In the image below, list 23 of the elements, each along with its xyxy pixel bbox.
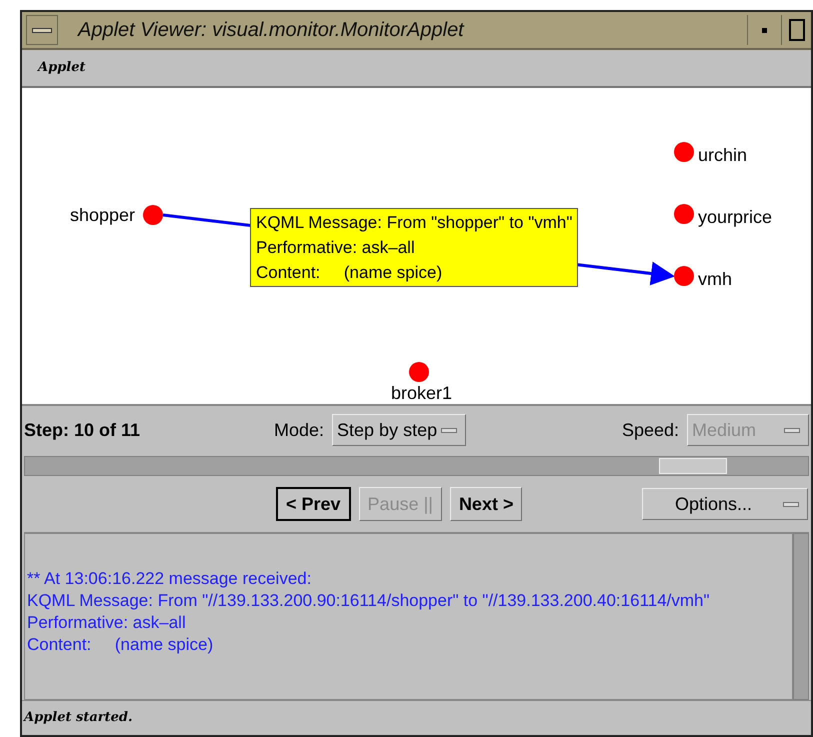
log-line: ** At 13:06:16.222 message received: <box>27 568 312 590</box>
mode-label: Mode: <box>274 418 324 442</box>
log-line: Performative: ask–all <box>27 612 187 634</box>
menu-item[interactable]: Applet <box>38 58 86 78</box>
log-line: KQML Message: From "//139.133.200.90:16114/shopper" to "//139.133.200.40:16114/vmh" <box>27 590 711 612</box>
log-line: Content: (name spice) <box>27 634 214 656</box>
status-text: Applet started. <box>24 709 132 728</box>
nav-button[interactable]: < Prev <box>276 487 351 521</box>
speed-label: Speed: <box>622 418 679 442</box>
node-label: shopper <box>70 206 135 224</box>
horizontal-scrollbar[interactable] <box>24 456 809 476</box>
node-label: vmh <box>698 270 732 288</box>
mode-dropdown[interactable]: Step by step <box>332 414 466 446</box>
step-counter: Step: 10 of 11 <box>24 418 142 442</box>
node-label: broker1 <box>391 384 452 402</box>
vertical-scrollbar[interactable] <box>793 533 809 700</box>
nav-button[interactable]: Next > <box>450 487 522 521</box>
node-label: yourprice <box>698 208 772 226</box>
window-menu-button[interactable] <box>26 15 58 45</box>
window-title: Applet Viewer: visual.monitor.MonitorApplet <box>78 18 466 43</box>
node-label: urchin <box>698 146 748 164</box>
options-dropdown[interactable]: Options... <box>642 488 808 520</box>
message-tooltip: KQML Message: From "shopper" to "vmh" Performative: ask–all Content: (name spice) <box>250 208 578 287</box>
